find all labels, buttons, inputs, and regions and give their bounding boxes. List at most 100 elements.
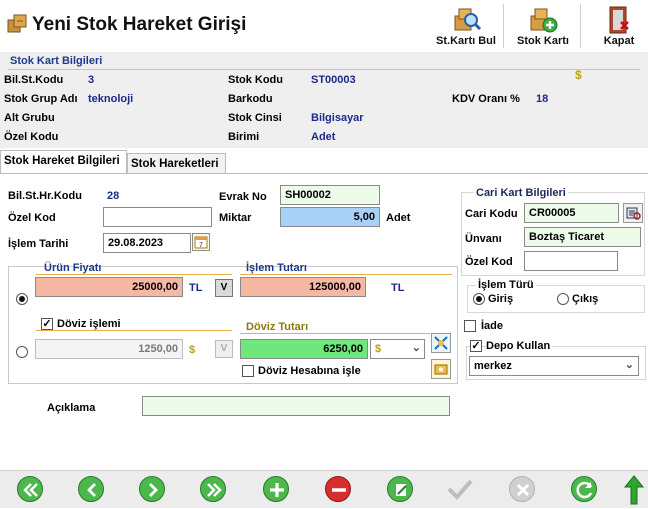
giris-radio[interactable] [473,293,485,305]
stok-kodu-value: ST00003 [311,74,356,86]
evrak-no-label: Evrak No [219,191,267,203]
cari-ozel-kod-label: Özel Kod [465,256,513,268]
stkarti-bul-label: St.Kartı Bul [436,35,496,47]
box-add-icon [530,8,558,33]
next-record-icon[interactable] [139,476,165,502]
calendar-icon[interactable]: 7 [192,233,210,251]
islem-tarihi-label: İşlem Tarihi [8,238,69,250]
doviz-currency-select[interactable]: $ ⌄ [370,339,425,359]
cari-header: Cari Kart Bilgileri [474,187,568,199]
depo-select-value: merkez [474,360,512,372]
bil-st-hr-kodu-value: 28 [107,190,120,202]
doviz-hesabina-label: Döviz Hesabına işle [258,365,361,377]
confirm-icon[interactable] [446,476,474,502]
bil-st-kodu-value: 3 [88,74,95,86]
cari-kodu-input[interactable]: CR00005 [524,203,619,223]
alt-grubu-label: Alt Grubu [4,112,55,124]
cikis-radio[interactable] [557,293,569,305]
delete-record-icon[interactable] [325,476,351,502]
doviz-radio[interactable] [16,346,28,358]
miktar-input[interactable]: 5,00 [280,207,380,227]
v-button-disabled[interactable]: V [215,340,233,358]
title-bar: Yeni Stok Hareket Girişi St.Kartı Bul St… [0,0,648,52]
first-record-icon[interactable] [17,476,43,502]
barkodu-label: Barkodu [228,93,273,105]
doviz-calc-icon[interactable] [431,359,451,379]
tab-bar: Stok Hareket Bilgileri Stok Hareketleri [0,150,648,174]
iade-checkbox[interactable] [464,320,476,332]
stok-kart-panel: Stok Kart Bilgileri Bil.St.Kodu 3 Stok K… [0,52,648,148]
depo-kullan-label: Depo Kullan [486,340,553,352]
cikis-label: Çıkış [572,293,599,305]
aciklama-input[interactable] [142,396,450,416]
kdv-label: KDV Oranı % [452,93,520,105]
tab-stok-hareket-bilgileri[interactable]: Stok Hareket Bilgileri [0,150,127,174]
stkarti-bul-button[interactable]: St.Kartı Bul [432,2,500,50]
stok-karti-button[interactable]: Stok Kartı [508,2,578,50]
islem-tarihi-input[interactable]: 29.08.2023 [103,233,191,253]
stok-cinsi-label: Stok Cinsi [228,112,282,124]
doviz-hesabina-checkbox[interactable] [242,365,254,377]
refresh-icon[interactable] [571,476,597,502]
giris-label: Giriş [488,293,514,305]
miktar-unit: Adet [386,212,411,224]
islem-tutari-input[interactable]: 125000,00 [240,277,366,297]
stok-grup-value: teknoloji [88,93,134,105]
chevron-down-icon: ⌄ [411,342,421,354]
islem-turu-header: İşlem Türü [476,279,536,291]
iade-label: İade [481,320,504,332]
ozel-kod-input[interactable] [103,207,212,227]
urun-fiyati-underline [36,274,232,275]
window-title: Yeni Stok Hareket Girişi [32,14,247,35]
birimi-label: Birimi [228,131,260,143]
last-record-icon[interactable] [200,476,226,502]
add-record-icon[interactable] [263,476,289,502]
islem-tutari-label: İşlem Tutarı [246,262,307,274]
stok-cinsi-value: Bilgisayar [311,112,364,124]
ozel-kodu-label: Özel Kodu [4,131,59,143]
doviz-islemi-checkbox[interactable]: ✓ [41,318,53,330]
bil-st-kodu-label: Bil.St.Kodu [4,74,64,86]
exit-door-icon [609,6,629,34]
edit-record-icon[interactable] [387,476,413,502]
depo-kullan-checkbox[interactable]: ✓ [470,340,482,352]
miktar-label: Miktar [219,212,252,224]
fiyat-radio[interactable] [16,293,28,305]
previous-record-icon[interactable] [78,476,104,502]
cari-kodu-label: Cari Kodu [465,208,518,220]
doviz-currency-value: $ [375,343,382,355]
urun-fiyati-input[interactable]: 25000,00 [35,277,183,297]
evrak-no-input[interactable]: SH00002 [280,185,380,205]
stok-kart-header: Stok Kart Bilgileri [10,55,103,67]
depo-select[interactable]: merkez ⌄ [469,356,639,376]
box-search-icon [454,8,482,31]
doviz-tutari-input[interactable]: 6250,00 [240,339,368,359]
doviz-refresh-icon[interactable] [431,333,451,353]
tab-divider [0,173,648,174]
cancel-icon[interactable] [509,476,535,502]
tl-label-2: TL [391,282,405,294]
doviz-fiyat-input[interactable]: 1250,00 [35,339,183,359]
doviz-symbol: $ [189,344,196,356]
tab-stok-hareketleri[interactable]: Stok Hareketleri [127,153,226,174]
doviz-tutari-label: Döviz Tutarı [246,321,309,333]
cari-ozel-kod-input[interactable] [524,251,618,271]
doviz-islemi-label: Döviz işlemi [57,318,121,330]
aciklama-label: Açıklama [47,402,96,414]
v-button[interactable]: V [215,279,233,297]
unvani-input[interactable]: Boztaş Ticaret [524,227,641,247]
stok-kart-header-line [8,69,640,70]
stok-karti-label: Stok Kartı [517,35,569,47]
svg-text:7: 7 [199,242,203,249]
urun-fiyati-label: Ürün Fiyatı [44,262,102,274]
toolbar-separator [503,4,504,48]
chevron-down-icon: ⌄ [624,359,634,371]
kapat-label: Kapat [603,35,635,47]
birimi-value: Adet [311,131,336,143]
tl-label-1: TL [189,282,203,294]
toolbar-separator [580,4,581,48]
cari-search-icon[interactable] [623,203,643,223]
app-icon [6,12,28,34]
up-arrow-icon[interactable] [623,474,645,506]
kapat-button[interactable]: Kapat [592,2,646,50]
